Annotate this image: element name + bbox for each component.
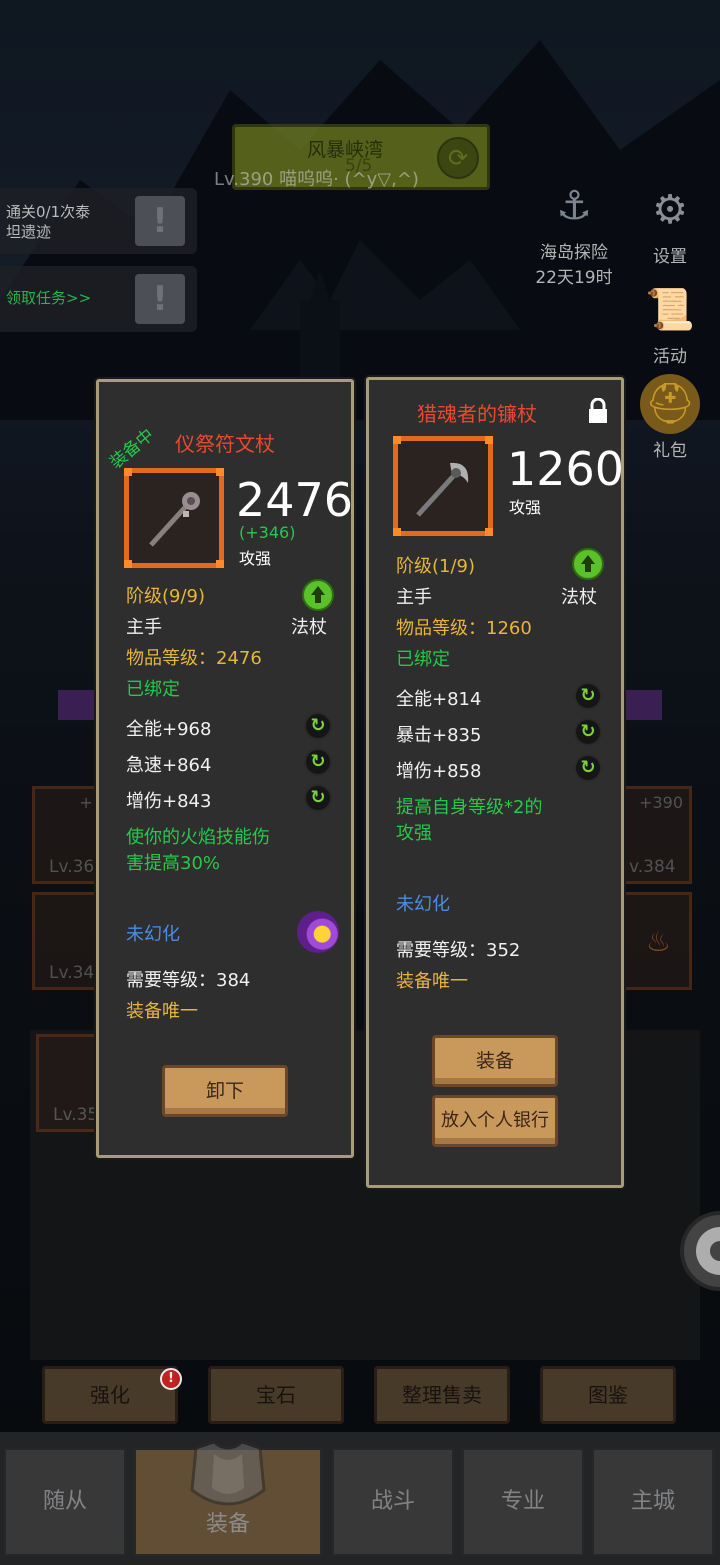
- effect-line-2: 害提高30%: [126, 853, 221, 874]
- item-name: 猎魂者的镰杖: [417, 402, 537, 426]
- item-level: 物品等级：2476: [126, 648, 262, 669]
- tab-battle[interactable]: 战斗: [332, 1448, 454, 1556]
- reroll-icon[interactable]: ↻: [304, 748, 332, 776]
- stat-line: 全能+814: [396, 689, 482, 710]
- settings-label: 设置: [653, 247, 687, 267]
- reroll-icon[interactable]: ↻: [574, 682, 602, 710]
- gift-label: 礼包: [653, 441, 687, 461]
- unique-equip: 装备唯一: [396, 971, 468, 992]
- bound-status: 已绑定: [126, 679, 180, 700]
- quest-line-2: 坦遗迹: [6, 223, 52, 241]
- effect-line-1: 提高自身等级*2的: [396, 797, 543, 818]
- accept-quest-link[interactable]: 领取任务>>: [6, 288, 91, 308]
- settings-button[interactable]: ⚙ 设置: [630, 180, 710, 267]
- tab-main-city[interactable]: 主城: [592, 1448, 714, 1556]
- player-name-level: Lv.390 喵呜呜· (^y▽,^): [214, 169, 419, 190]
- codex-button[interactable]: 图鉴: [540, 1366, 676, 1424]
- island-exploration-button[interactable]: ⚓ 海岛探险 22天19时: [534, 176, 614, 288]
- effect-line-1: 使你的火焰技能伤: [126, 827, 270, 848]
- personal-bank-button[interactable]: 放入个人银行: [432, 1095, 558, 1147]
- lock-icon[interactable]: [587, 398, 609, 424]
- stat-line: 增伤+843: [126, 791, 212, 812]
- staff-icon: [149, 492, 200, 547]
- island-timer: 22天19时: [535, 268, 613, 288]
- reroll-icon[interactable]: ↻: [304, 712, 332, 740]
- required-level: 需要等级：384: [126, 970, 251, 991]
- effect-line-2: 攻强: [396, 823, 432, 844]
- tab-profession[interactable]: 专业: [462, 1448, 584, 1556]
- power-delta: (+346): [239, 523, 296, 542]
- equipment-slot: ♨: [612, 892, 692, 990]
- stat-line: 暴击+835: [396, 725, 482, 746]
- item-level: 物品等级：1260: [396, 618, 532, 639]
- item-power: 2476: [236, 473, 354, 527]
- gift-chest-icon: ⛑: [640, 374, 700, 434]
- sort-sell-button[interactable]: 整理售卖: [374, 1366, 510, 1424]
- enhance-button[interactable]: 强化: [42, 1366, 178, 1424]
- background-bar: [624, 690, 662, 720]
- equipment-slot: +390 v.384: [612, 786, 692, 884]
- transmog-status: 未幻化: [396, 894, 450, 915]
- stat-line: 增伤+858: [396, 761, 482, 782]
- stat-line: 全能+968: [126, 719, 212, 740]
- item-name: 仪祭符文杖: [175, 432, 275, 456]
- alert-badge: !: [160, 1368, 182, 1390]
- quest-accept[interactable]: 领取任务>> !: [0, 266, 197, 332]
- island-label: 海岛探险: [540, 243, 608, 263]
- compare-item-tooltip: 猎魂者的镰杖 1260 攻强 阶级(1/9) 主手 法杖 物品等级：1260 已…: [366, 377, 624, 1188]
- unique-equip: 装备唯一: [126, 1001, 198, 1022]
- transmog-status: 未幻化: [126, 924, 180, 945]
- quest-line-1: 通关0/1次泰: [6, 203, 91, 221]
- upgrade-arrow-icon[interactable]: [302, 579, 334, 611]
- reroll-icon[interactable]: ↻: [574, 718, 602, 746]
- item-icon-frame: [124, 468, 224, 568]
- quest-tracker[interactable]: 通关0/1次泰 坦遗迹 !: [0, 188, 197, 254]
- gear-icon[interactable]: [676, 1206, 720, 1296]
- gift-button[interactable]: ⛑ 礼包: [630, 374, 710, 461]
- scythe-staff-icon: [416, 462, 469, 517]
- item-tier: 阶级(9/9): [126, 586, 206, 607]
- armor-icon: [190, 1440, 266, 1506]
- exclamation-icon: !: [135, 274, 185, 324]
- upgrade-arrow-icon[interactable]: [572, 548, 604, 580]
- scroll-icon: 📜: [645, 287, 695, 333]
- anchor-icon: ⚓: [556, 183, 592, 229]
- activity-label: 活动: [653, 347, 687, 367]
- power-label: 攻强: [239, 549, 272, 568]
- bound-status: 已绑定: [396, 649, 450, 670]
- reroll-icon[interactable]: ↻: [304, 784, 332, 812]
- item-tier: 阶级(1/9): [396, 556, 476, 577]
- transmog-orb-icon[interactable]: [297, 911, 339, 953]
- power-label: 攻强: [509, 498, 542, 517]
- background-bar: [58, 690, 98, 720]
- required-level: 需要等级：352: [396, 940, 521, 961]
- reroll-icon[interactable]: ↻: [574, 754, 602, 782]
- gem-button[interactable]: 宝石: [208, 1366, 344, 1424]
- item-slot: 主手: [396, 587, 432, 608]
- item-power: 1260: [507, 442, 625, 496]
- tab-followers[interactable]: 随从: [4, 1448, 126, 1556]
- flame-icon: ♨: [645, 925, 671, 958]
- activity-button[interactable]: 📜 活动: [630, 280, 710, 367]
- item-icon-frame: [393, 436, 493, 536]
- unequip-button[interactable]: 卸下: [162, 1065, 288, 1117]
- equip-button[interactable]: 装备: [432, 1035, 558, 1087]
- equipped-item-tooltip: 装备中 仪祭符文杖 2476 (+346) 攻强 阶级(9/9) 主手 法杖 物…: [96, 379, 354, 1158]
- exclamation-icon: !: [135, 196, 185, 246]
- gear-icon: ⚙: [652, 187, 688, 233]
- item-type: 法杖: [561, 587, 597, 608]
- item-slot: 主手: [126, 617, 162, 638]
- item-type: 法杖: [291, 617, 327, 638]
- stage-progress: 5/5: [345, 156, 373, 176]
- stat-line: 急速+864: [126, 755, 212, 776]
